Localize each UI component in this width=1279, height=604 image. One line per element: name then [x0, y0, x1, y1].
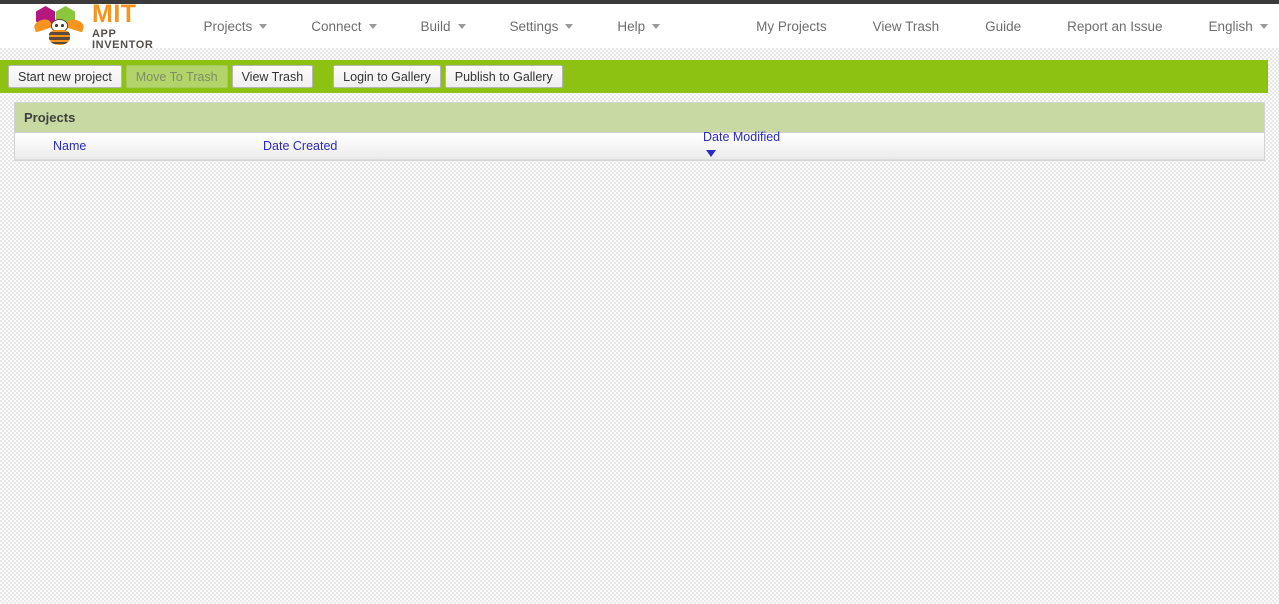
project-action-toolbar: Start new project Move To Trash View Tra…: [0, 60, 1268, 93]
nav-link-label: My Projects: [756, 18, 827, 34]
menu-item-label: Connect: [311, 18, 362, 34]
menu-item-label: Help: [617, 18, 646, 34]
nav-link-guide[interactable]: Guide: [975, 13, 1031, 40]
chevron-down-icon: [652, 23, 661, 29]
nav-link-my-projects[interactable]: My Projects: [746, 13, 837, 40]
bee-wing-left-icon: [32, 17, 53, 33]
nav-link-label: Guide: [985, 18, 1022, 34]
menu-item-label: Settings: [509, 18, 559, 34]
top-navigation-bar: MIT APP INVENTOR Projects Connect Build …: [0, 0, 1279, 51]
nav-link-view-trash[interactable]: View Trash: [863, 13, 950, 40]
menu-item-connect[interactable]: Connect: [301, 13, 386, 40]
projects-panel: Projects Name Date Created Date Modified: [14, 102, 1265, 161]
chevron-down-icon: [259, 23, 268, 29]
logo-mit-text: MIT: [92, 0, 137, 28]
view-trash-button[interactable]: View Trash: [231, 65, 314, 88]
menu-item-label: Projects: [203, 18, 253, 34]
column-header-date-modified-label: Date Modified: [703, 130, 781, 144]
column-header-date-created-label: Date Created: [263, 139, 338, 153]
chevron-down-icon: [457, 23, 466, 29]
app-logo[interactable]: MIT APP INVENTOR: [0, 0, 154, 51]
column-header-name[interactable]: Name: [53, 139, 263, 153]
column-header-name-label: Name: [53, 139, 87, 153]
page-title: Projects: [24, 110, 76, 125]
bee-body-icon: [49, 30, 70, 45]
app-inventor-bee-logo-icon: [32, 5, 86, 47]
primary-menu: Projects Connect Build Settings Help: [193, 13, 694, 40]
menu-item-build[interactable]: Build: [411, 13, 476, 40]
projects-table-header: Name Date Created Date Modified: [15, 130, 1264, 162]
menu-item-label: Build: [420, 18, 451, 34]
login-to-gallery-button[interactable]: Login to Gallery: [333, 65, 441, 88]
secondary-menu: My Projects View Trash Guide Report an I…: [746, 13, 1279, 40]
language-selector[interactable]: English: [1198, 13, 1277, 40]
menu-item-settings[interactable]: Settings: [500, 13, 584, 40]
menu-item-projects[interactable]: Projects: [193, 13, 277, 40]
start-new-project-button[interactable]: Start new project: [8, 65, 122, 88]
chevron-down-icon: [565, 23, 574, 29]
chevron-down-icon: [1259, 23, 1268, 29]
chevron-down-icon: [368, 23, 377, 29]
menu-item-help[interactable]: Help: [607, 13, 670, 40]
sort-descending-icon: [706, 150, 716, 157]
language-label: English: [1208, 18, 1253, 34]
move-to-trash-button: Move To Trash: [125, 65, 228, 88]
nav-link-report-an-issue[interactable]: Report an Issue: [1057, 13, 1172, 40]
logo-subtitle-text: APP INVENTOR: [92, 27, 154, 51]
bee-wing-right-icon: [65, 17, 86, 33]
column-header-date-created[interactable]: Date Created: [263, 139, 703, 153]
publish-to-gallery-button[interactable]: Publish to Gallery: [444, 65, 563, 88]
projects-panel-header: Projects: [15, 103, 1264, 133]
nav-link-label: View Trash: [872, 18, 940, 34]
logo-wordmark: MIT APP INVENTOR: [92, 0, 154, 51]
nav-link-label: Report an Issue: [1067, 18, 1163, 34]
column-header-date-modified[interactable]: Date Modified: [703, 130, 1264, 162]
